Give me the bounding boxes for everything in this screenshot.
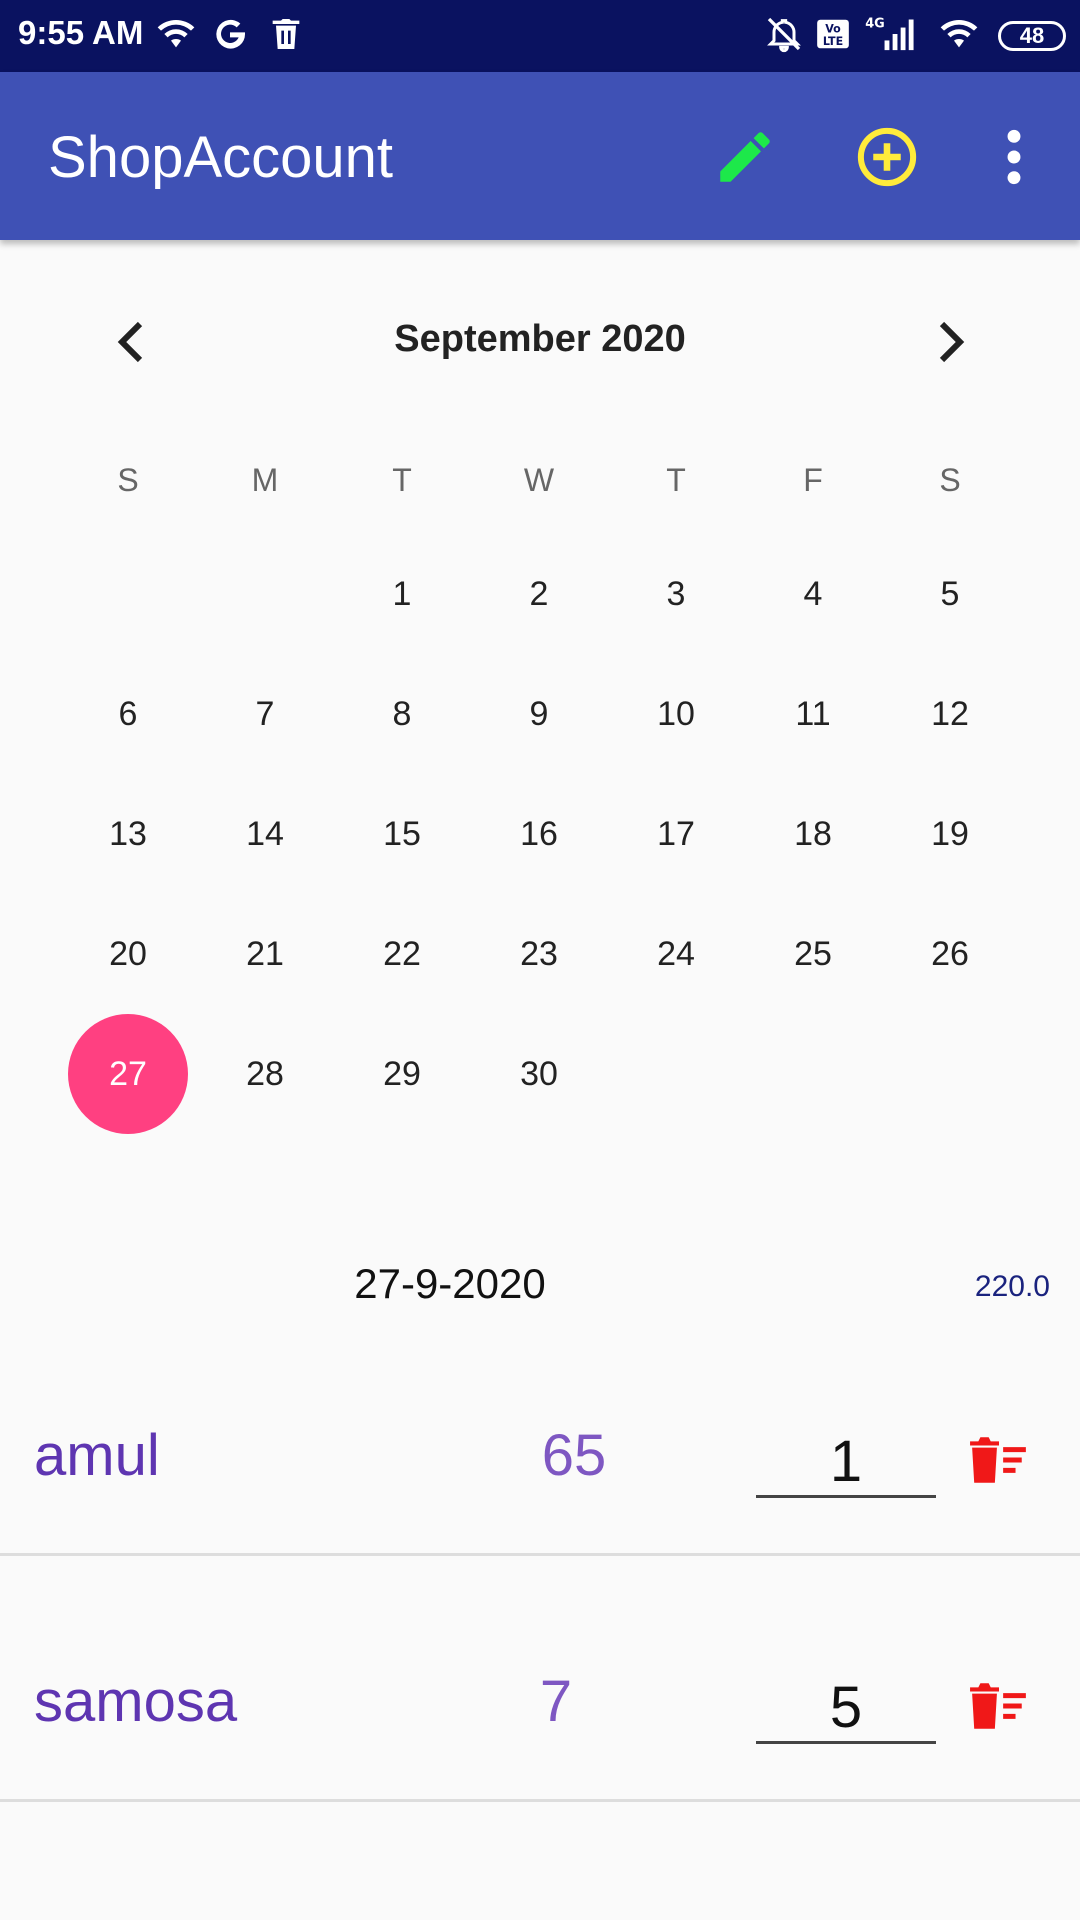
- item-price: 65: [541, 1423, 607, 1488]
- more-vert-icon[interactable]: [992, 126, 1036, 188]
- weekday-label: W: [523, 462, 555, 498]
- delete-sweep-icon[interactable]: [968, 1680, 1030, 1732]
- calendar-day[interactable]: 1: [342, 534, 462, 654]
- delete-sweep-icon[interactable]: [968, 1434, 1030, 1486]
- item-price: 7: [539, 1669, 573, 1734]
- item-name: amul: [34, 1423, 160, 1488]
- weekday-label: T: [392, 462, 412, 498]
- svg-text:LTE: LTE: [823, 35, 843, 48]
- calendar-day[interactable]: 13: [68, 774, 188, 894]
- weekday-label: S: [939, 462, 961, 498]
- day-total: 220.0: [974, 1270, 1050, 1303]
- quantity-field[interactable]: 5: [756, 1672, 936, 1744]
- calendar-day[interactable]: 17: [616, 774, 736, 894]
- signal-4g-icon: 4G: [865, 17, 914, 51]
- status-time: 9:55 AM: [18, 14, 144, 51]
- calendar-day[interactable]: 23: [479, 894, 599, 1014]
- app-title: ShopAccount: [48, 125, 394, 190]
- mute-icon: [767, 17, 801, 53]
- calendar-day[interactable]: 9: [479, 654, 599, 774]
- battery-icon: 48: [998, 21, 1066, 51]
- calendar-day[interactable]: 28: [205, 1014, 325, 1134]
- calendar-day[interactable]: 24: [616, 894, 736, 1014]
- trash-icon: [272, 19, 300, 49]
- calendar-day[interactable]: 4: [753, 534, 873, 654]
- wifi-icon: [940, 20, 978, 48]
- calendar-day[interactable]: 22: [342, 894, 462, 1014]
- calendar-day[interactable]: 12: [890, 654, 1010, 774]
- calendar-day[interactable]: 29: [342, 1014, 462, 1134]
- weekday-label: M: [251, 462, 279, 498]
- calendar-day[interactable]: 5: [890, 534, 1010, 654]
- calendar-day[interactable]: 7: [205, 654, 325, 774]
- calendar-day[interactable]: 2: [479, 534, 599, 654]
- calendar-day[interactable]: 6: [68, 654, 188, 774]
- month-title: September 2020: [394, 318, 686, 360]
- list-item[interactable]: samosa 7 5: [0, 1556, 1080, 1802]
- weekday-label: F: [803, 462, 823, 498]
- calendar-day[interactable]: 25: [753, 894, 873, 1014]
- calendar-day-selected[interactable]: 27: [68, 1014, 188, 1134]
- calendar-day[interactable]: 16: [479, 774, 599, 894]
- calendar-day[interactable]: 3: [616, 534, 736, 654]
- volte-icon: Vo LTE: [817, 19, 849, 49]
- calendar-day[interactable]: 14: [205, 774, 325, 894]
- weekday-label: T: [666, 462, 686, 498]
- google-icon: [216, 19, 246, 49]
- quantity-field[interactable]: 1: [756, 1426, 936, 1498]
- calendar-day[interactable]: 30: [479, 1014, 599, 1134]
- list-item[interactable]: amul 65 1: [0, 1310, 1080, 1556]
- svg-text:Vo: Vo: [825, 22, 841, 35]
- svg-text:4G: 4G: [865, 17, 885, 32]
- calendar-day[interactable]: 19: [890, 774, 1010, 894]
- status-bar: 9:55 AM Vo LTE 4G 48: [0, 0, 1080, 72]
- chevron-right-icon[interactable]: [932, 318, 972, 366]
- calendar-day[interactable]: 10: [616, 654, 736, 774]
- calendar-day[interactable]: 26: [890, 894, 1010, 1014]
- calendar-day[interactable]: 11: [753, 654, 873, 774]
- chevron-left-icon[interactable]: [110, 318, 150, 366]
- wifi-icon: [157, 20, 195, 48]
- app-bar: ShopAccount: [0, 72, 1080, 240]
- weekday-label: S: [117, 462, 139, 498]
- add-circle-icon[interactable]: [854, 124, 920, 190]
- calendar-day[interactable]: 20: [68, 894, 188, 1014]
- selected-date: 27-9-2020: [354, 1260, 546, 1307]
- item-name: samosa: [34, 1669, 238, 1734]
- calendar-day[interactable]: 8: [342, 654, 462, 774]
- calendar-day[interactable]: 21: [205, 894, 325, 1014]
- pencil-icon[interactable]: [712, 124, 778, 190]
- calendar-day[interactable]: 15: [342, 774, 462, 894]
- calendar-day[interactable]: 18: [753, 774, 873, 894]
